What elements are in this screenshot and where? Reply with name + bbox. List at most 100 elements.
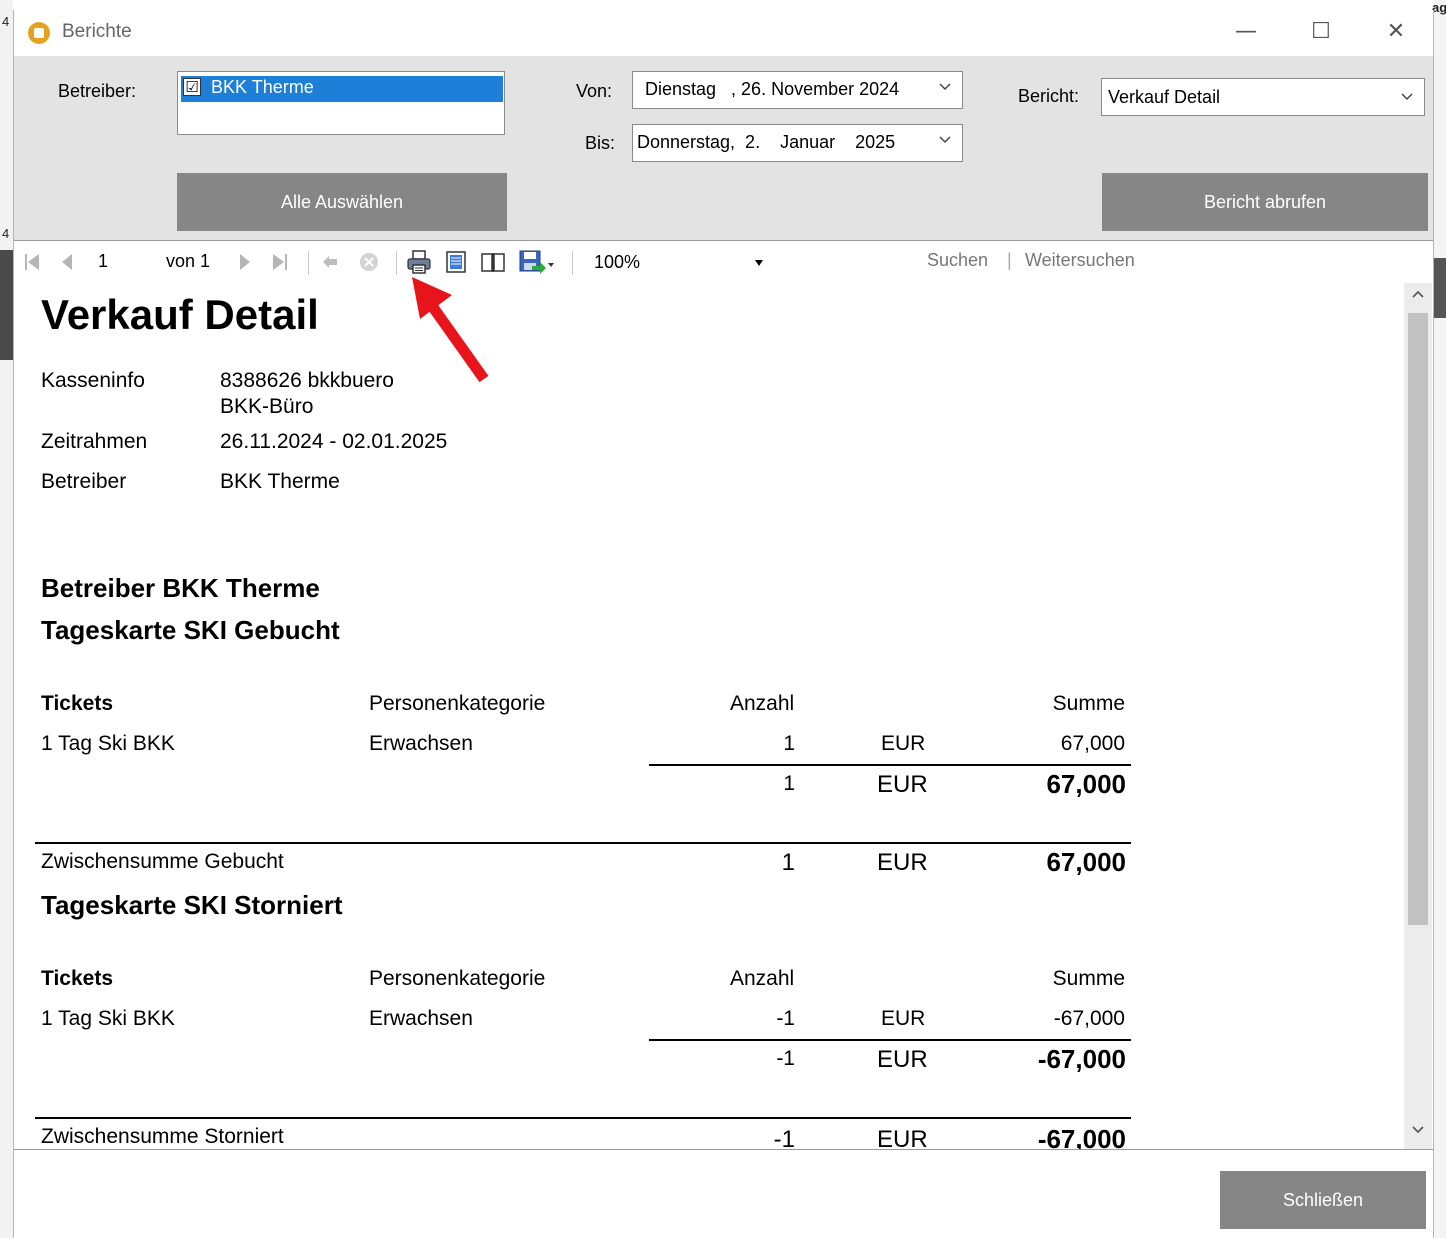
first-page-icon[interactable] <box>24 253 40 271</box>
previous-page-icon[interactable] <box>60 253 74 271</box>
next-page-icon[interactable] <box>238 253 252 271</box>
column-header-tickets: Tickets <box>41 967 113 990</box>
zoom-select[interactable]: 100% <box>594 252 640 273</box>
meta-label: Betreiber <box>41 470 127 493</box>
subtotal-label: Zwischensumme Storniert <box>41 1125 284 1148</box>
filter-panel: Betreiber: ☑ BKK Therme Alle Auswählen V… <box>14 56 1433 240</box>
total-rule <box>649 764 1131 766</box>
export-icon[interactable] <box>518 249 554 275</box>
column-header-count: Anzahl <box>730 967 795 990</box>
subtotal-currency: EUR <box>877 1126 928 1149</box>
chevron-down-icon[interactable] <box>938 133 952 147</box>
subtotal-rule <box>35 1117 1131 1119</box>
page-layout-icon[interactable] <box>444 250 468 274</box>
report-select[interactable]: Verkauf Detail <box>1101 78 1425 116</box>
app-icon <box>28 22 50 44</box>
total-sum: 67,000 <box>1046 769 1126 799</box>
total-count: -1 <box>776 1047 795 1070</box>
fetch-report-button[interactable]: Bericht abrufen <box>1102 173 1428 231</box>
page-setup-icon[interactable] <box>480 251 506 273</box>
report-viewer: 1 von 1 100% Suchen | Weitersuchen Verka… <box>14 240 1433 1150</box>
chevron-down-icon[interactable] <box>1400 90 1414 104</box>
window-title: Berichte <box>62 21 132 42</box>
meta-value: 8388626 bkkbuero <box>220 369 394 392</box>
column-header-category: Personenkategorie <box>369 967 546 990</box>
background-app-right <box>1434 0 1446 1238</box>
background-fragment-text: 4 <box>2 14 10 29</box>
meta-label: Kasseninfo <box>41 369 145 392</box>
to-label: Bis: <box>585 133 616 153</box>
operator-heading: Betreiber BKK Therme <box>41 573 320 603</box>
ticket-name: 1 Tag Ski BKK <box>41 732 175 755</box>
report-toolbar: 1 von 1 100% Suchen | Weitersuchen <box>14 241 1433 283</box>
total-rule <box>649 1039 1131 1041</box>
report-page: Verkauf Detail Kasseninfo 8388626 bkkbue… <box>17 283 1404 1149</box>
column-header-sum: Summe <box>1052 692 1125 715</box>
background-fragment-text: 4 <box>2 226 10 241</box>
column-header-sum: Summe <box>1052 967 1125 990</box>
from-label: Von: <box>576 81 613 101</box>
ticket-count: -1 <box>776 1007 795 1030</box>
total-currency: EUR <box>877 771 928 798</box>
meta-label: Zeitrahmen <box>41 430 148 453</box>
subtotal-rule <box>35 842 1131 844</box>
from-date-picker[interactable]: Dienstag , 26. November 2024 <box>632 71 963 109</box>
minimize-button[interactable]: — <box>1226 16 1266 48</box>
ticket-currency: EUR <box>881 1007 926 1030</box>
subtotal-label: Zwischensumme Gebucht <box>41 850 284 873</box>
chevron-down-icon[interactable] <box>754 259 764 267</box>
report-label: Bericht: <box>1018 86 1080 106</box>
background-app-left <box>0 0 13 1238</box>
page-count: von 1 <box>166 251 211 271</box>
report-select-value: Verkauf Detail <box>1108 87 1221 107</box>
search-button[interactable]: Suchen <box>927 250 988 271</box>
ticket-currency: EUR <box>881 732 926 755</box>
ticket-sum: 67,000 <box>1060 732 1125 755</box>
from-date-value: Dienstag , 26. November 2024 <box>645 79 900 99</box>
column-header-tickets: Tickets <box>41 692 113 715</box>
ticket-sum: -67,000 <box>1053 1007 1125 1030</box>
search-next-button[interactable]: Weitersuchen <box>1025 250 1135 271</box>
subtotal-sum: -67,000 <box>1037 1124 1126 1149</box>
select-all-button[interactable]: Alle Auswählen <box>177 173 507 231</box>
ticket-category: Erwachsen <box>369 732 473 755</box>
scroll-thumb[interactable] <box>1408 313 1428 925</box>
title-bar[interactable]: Berichte — ☐ ✕ <box>14 10 1433 56</box>
back-icon[interactable] <box>322 255 338 269</box>
background-fragment-text: ag <box>1432 0 1446 15</box>
page-number-input[interactable]: 1 <box>98 251 108 272</box>
operator-listbox[interactable]: ☑ BKK Therme <box>177 71 505 135</box>
ticket-count: 1 <box>783 732 795 755</box>
to-date-picker[interactable]: Donnerstag, 2. Januar 2025 <box>632 124 963 162</box>
meta-value: 26.11.2024 - 02.01.2025 <box>220 430 448 453</box>
print-icon[interactable] <box>406 249 432 275</box>
close-button[interactable]: Schließen <box>1220 1171 1426 1229</box>
annotation-arrow-icon <box>412 277 489 383</box>
subtotal-count: -1 <box>773 1126 795 1149</box>
report-scrollbar[interactable] <box>1404 283 1432 1149</box>
subtotal-count: 1 <box>781 849 795 876</box>
scroll-down-icon[interactable] <box>1404 1123 1432 1147</box>
chevron-down-icon[interactable] <box>938 80 952 94</box>
operator-checkbox[interactable]: ☑ <box>183 78 201 96</box>
search-input[interactable] <box>789 245 913 281</box>
stop-icon[interactable] <box>358 251 380 273</box>
meta-value: BKK-Büro <box>220 395 314 418</box>
background-app-top <box>0 0 1446 8</box>
column-header-count: Anzahl <box>730 692 795 715</box>
total-count: 1 <box>783 772 795 795</box>
scroll-up-icon[interactable] <box>1404 287 1432 311</box>
ticket-name: 1 Tag Ski BKK <box>41 1007 175 1030</box>
last-page-icon[interactable] <box>272 253 288 271</box>
maximize-button[interactable]: ☐ <box>1301 16 1341 48</box>
section-heading: Tageskarte SKI Gebucht <box>41 615 340 645</box>
subtotal-sum: 67,000 <box>1046 847 1126 877</box>
search-separator: | <box>1007 250 1012 270</box>
report-title: Verkauf Detail <box>41 291 319 338</box>
berichte-dialog: Berichte — ☐ ✕ Betreiber: ☑ BKK Therme A… <box>13 10 1434 1238</box>
close-window-button[interactable]: ✕ <box>1376 16 1416 48</box>
to-date-value: Donnerstag, 2. Januar 2025 <box>637 132 896 152</box>
ticket-category: Erwachsen <box>369 1007 473 1030</box>
operator-list-item[interactable]: ☑ BKK Therme <box>181 76 503 102</box>
meta-value: BKK Therme <box>220 470 340 493</box>
